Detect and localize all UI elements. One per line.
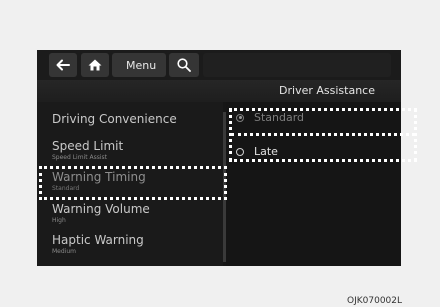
menu-button-label: Menu	[126, 58, 157, 72]
menu-button[interactable]: Menu	[112, 53, 166, 77]
home-button[interactable]	[81, 53, 109, 77]
toolbar-empty-area	[203, 53, 391, 77]
figure-code: OJK070002L	[347, 296, 403, 306]
warning-timing-highlight-box	[39, 166, 227, 200]
page-title: Driver Assistance	[279, 84, 375, 97]
home-icon	[88, 59, 102, 71]
toolbar: Menu	[37, 50, 401, 80]
search-icon	[177, 58, 191, 72]
options-highlight-divider	[231, 133, 415, 136]
figure: Menu Driver Assistance Driving Convenien…	[0, 0, 440, 307]
section-header: Driver Assistance	[37, 80, 401, 102]
back-button[interactable]	[49, 53, 77, 77]
search-button[interactable]	[169, 53, 199, 77]
arrow-left-icon	[56, 59, 70, 71]
